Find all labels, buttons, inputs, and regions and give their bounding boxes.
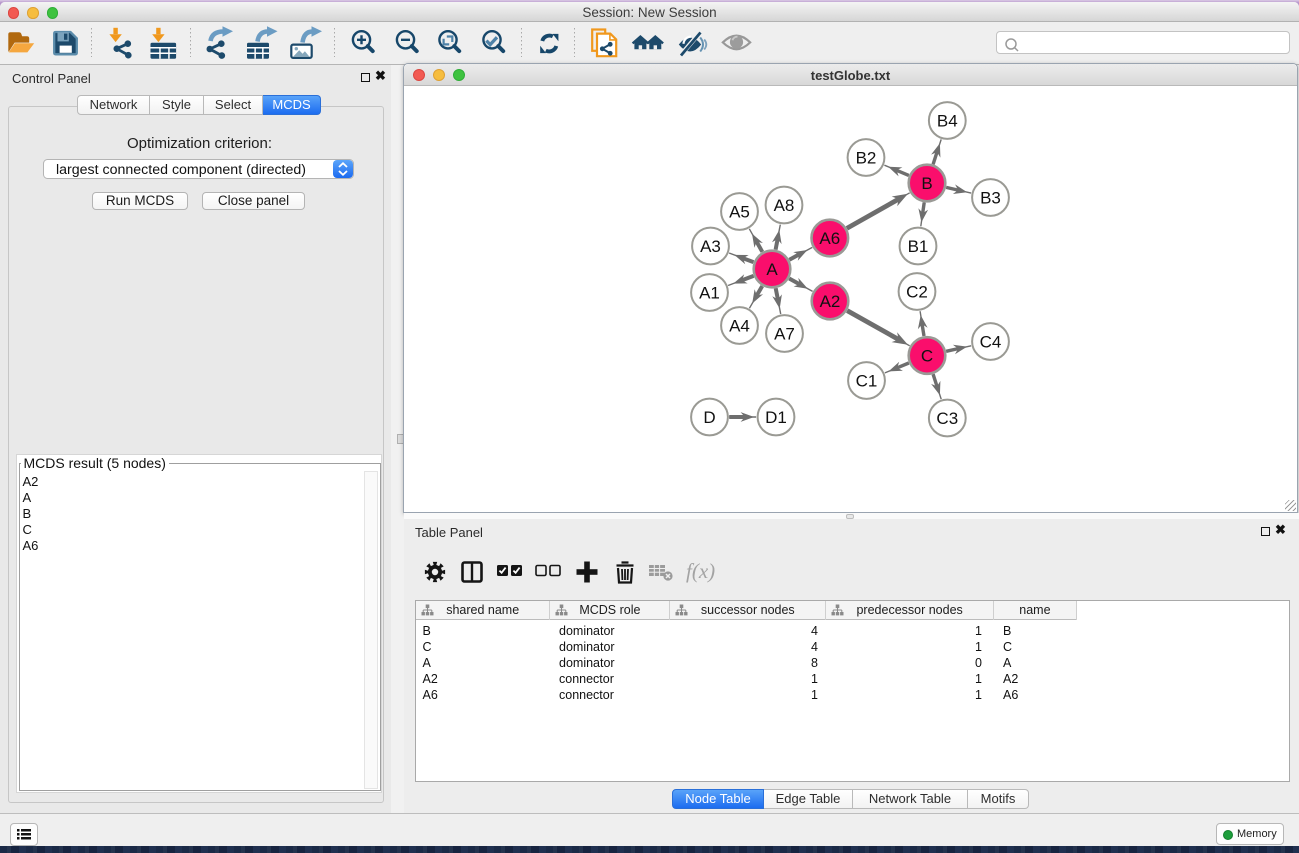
svg-text:D: D — [703, 408, 715, 427]
svg-text:B4: B4 — [937, 112, 958, 131]
svg-text:A: A — [766, 260, 778, 279]
svg-text:A5: A5 — [729, 203, 750, 222]
svg-text:A2: A2 — [820, 292, 841, 311]
svg-text:C4: C4 — [980, 333, 1002, 352]
svg-text:A1: A1 — [699, 284, 720, 303]
svg-text:C1: C1 — [856, 372, 878, 391]
svg-text:A7: A7 — [774, 325, 795, 344]
svg-text:C2: C2 — [906, 283, 928, 302]
svg-text:C: C — [921, 347, 933, 366]
svg-text:A4: A4 — [729, 317, 750, 336]
svg-text:B1: B1 — [908, 237, 929, 256]
svg-text:A6: A6 — [819, 229, 840, 248]
svg-text:B: B — [921, 174, 932, 193]
svg-text:B2: B2 — [856, 149, 877, 168]
svg-text:C3: C3 — [936, 409, 958, 428]
svg-text:B3: B3 — [980, 189, 1001, 208]
svg-text:D1: D1 — [765, 408, 787, 427]
svg-text:A8: A8 — [774, 196, 795, 215]
svg-text:A3: A3 — [700, 237, 721, 256]
